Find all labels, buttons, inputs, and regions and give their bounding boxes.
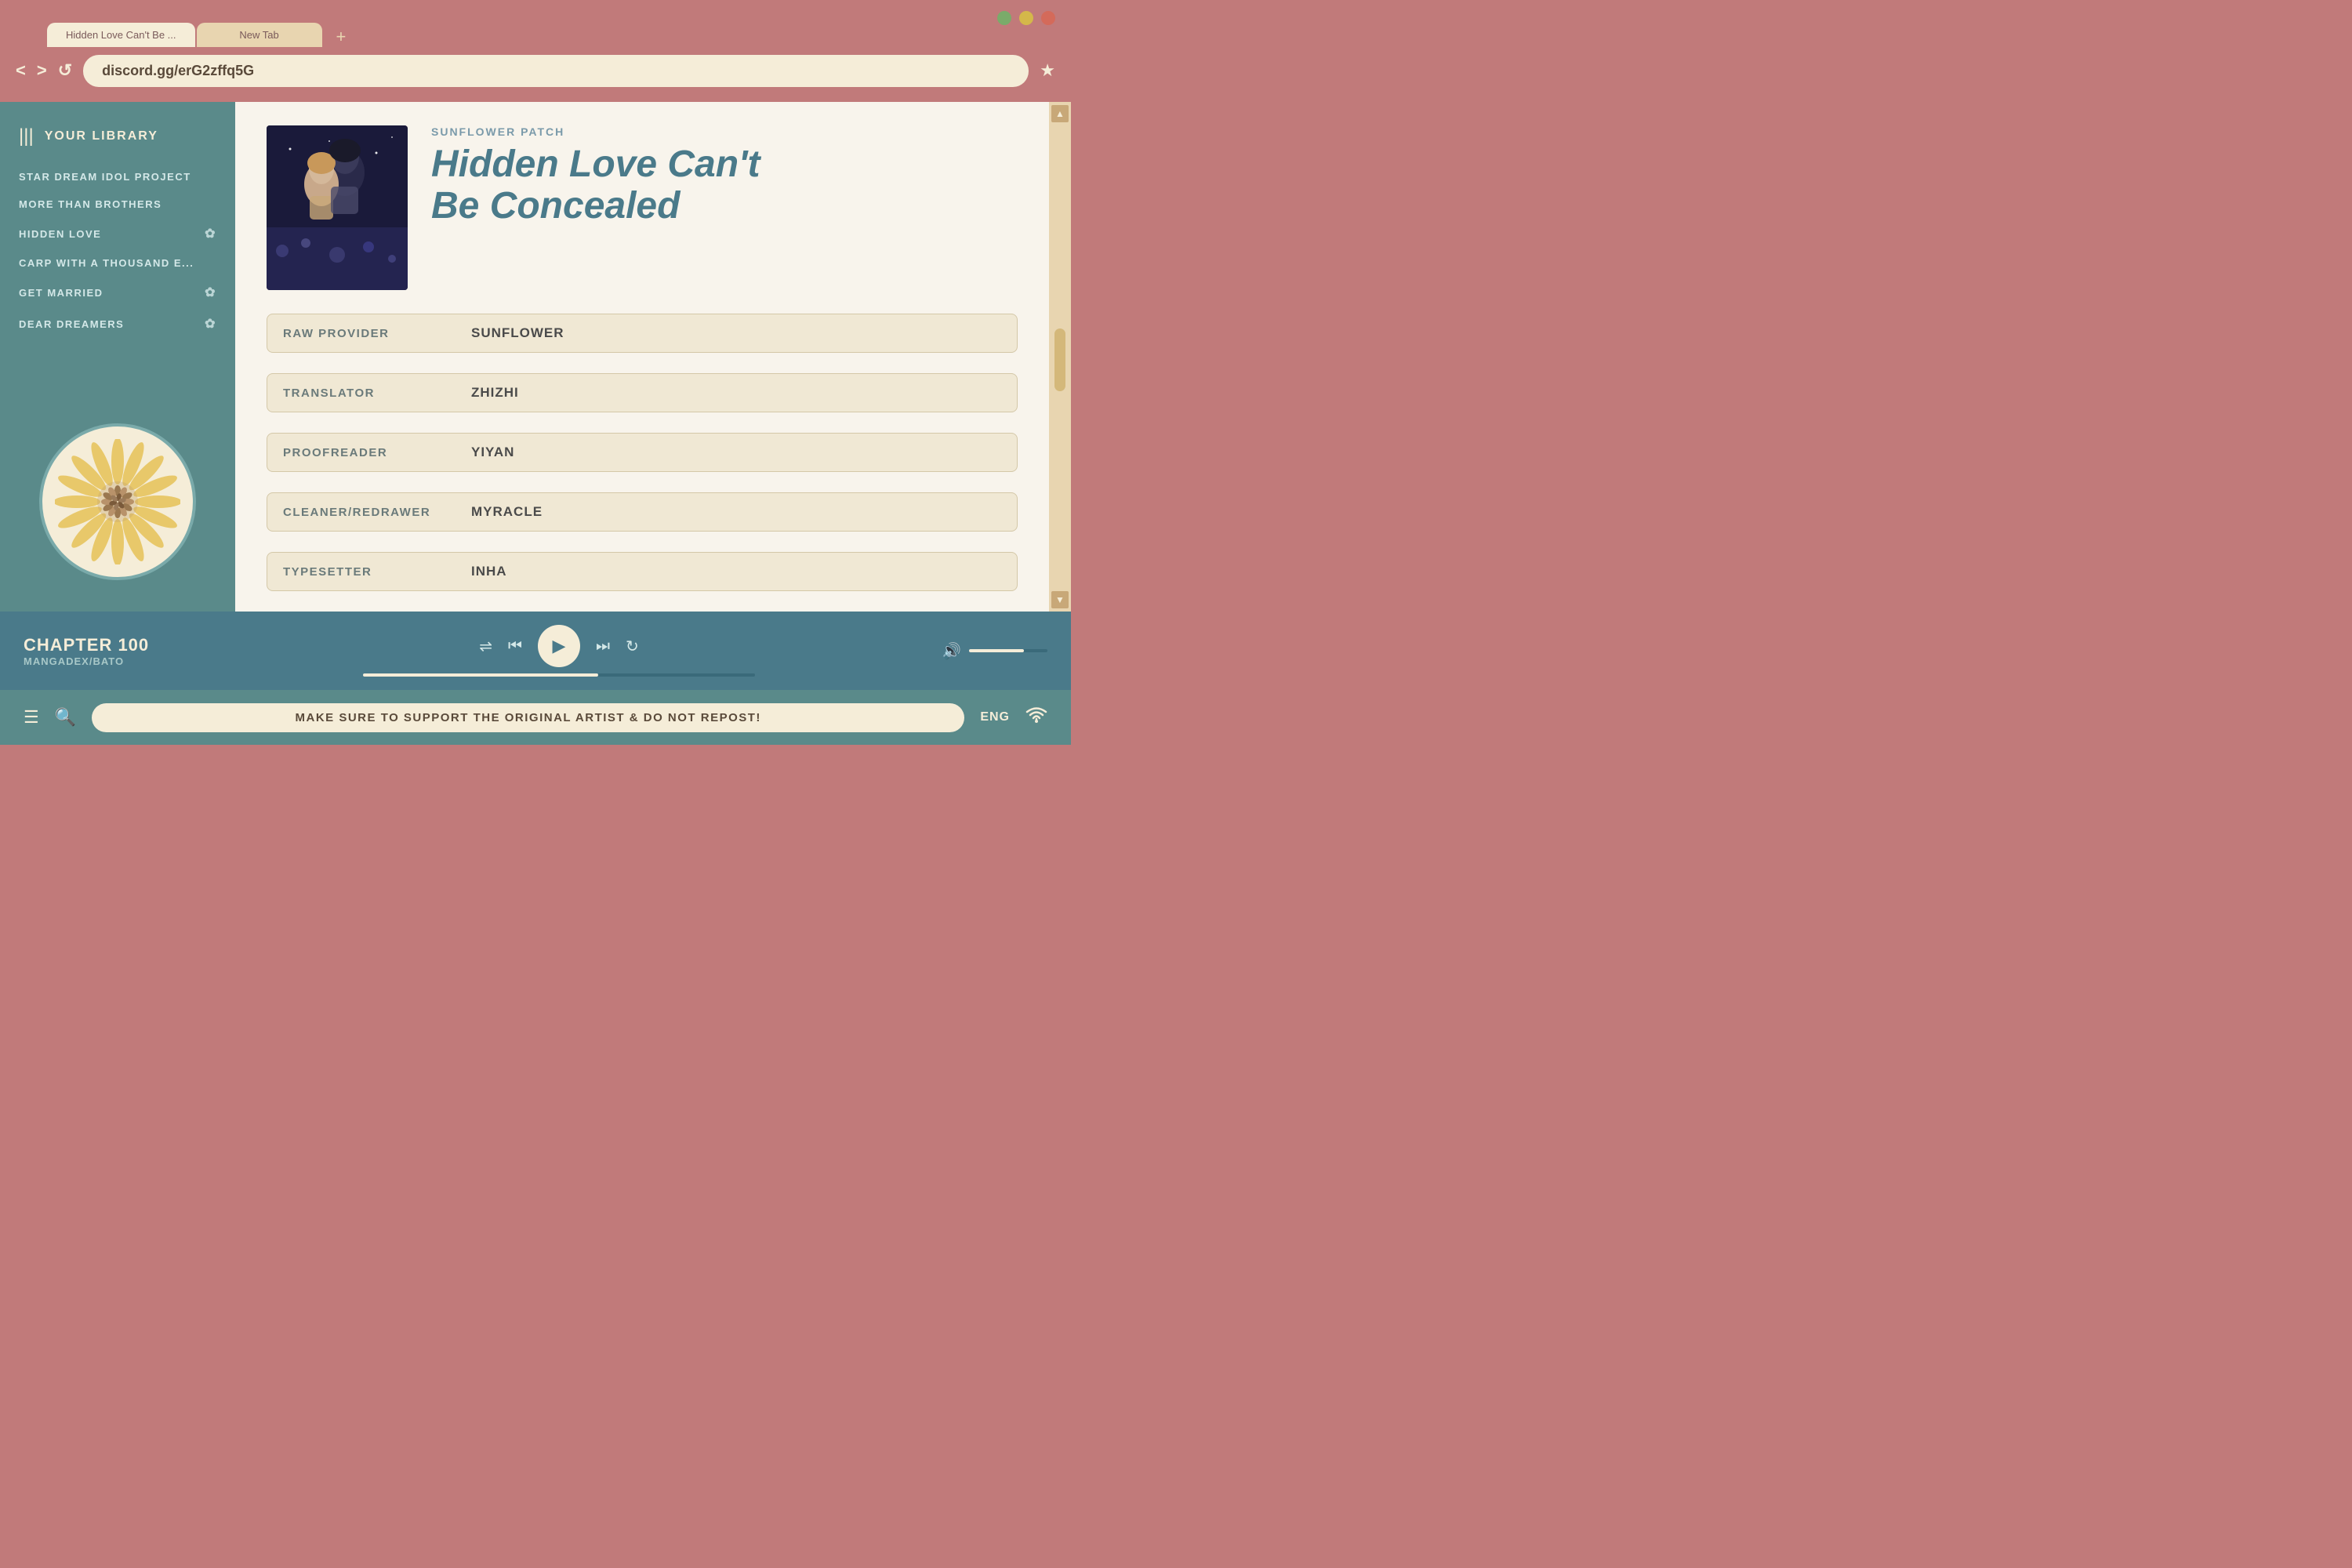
scroll-thumb[interactable] bbox=[1054, 328, 1065, 391]
credit-row-raw: RAW PROVIDER SUNFLOWER bbox=[267, 314, 1018, 353]
flower-icon: ✿ bbox=[205, 316, 216, 332]
library-icon: ||| bbox=[19, 125, 34, 147]
progress-bar[interactable] bbox=[363, 673, 755, 677]
add-tab-button[interactable]: + bbox=[327, 27, 356, 47]
scroll-down-arrow[interactable]: ▼ bbox=[1051, 591, 1069, 608]
credit-label-proofreader: PROOFREADER bbox=[283, 446, 471, 459]
tab-bar: Hidden Love Can't Be ... New Tab + bbox=[0, 0, 1071, 47]
player-bar: CHAPTER 100 MANGADEX/BATO ⇌ ⏮ ▶ ⏭ ↻ 🔊 bbox=[0, 612, 1071, 690]
credit-label-raw: RAW PROVIDER bbox=[283, 327, 471, 340]
progress-fill bbox=[363, 673, 598, 677]
manga-title: Hidden Love Can't Be Concealed bbox=[431, 144, 1018, 227]
volume-control: 🔊 bbox=[922, 641, 1047, 661]
player-controls: ⇌ ⏮ ▶ ⏭ ↻ bbox=[212, 625, 906, 677]
minimize-button[interactable] bbox=[1019, 11, 1033, 25]
volume-icon: 🔊 bbox=[942, 641, 961, 661]
volume-bar[interactable] bbox=[969, 649, 1047, 652]
sidebar-item-hidden-love[interactable]: HIDDEN LOVE ✿ bbox=[19, 218, 216, 249]
sidebar-item-label: HIDDEN LOVE bbox=[19, 228, 101, 240]
address-input[interactable] bbox=[83, 55, 1029, 87]
repeat-button[interactable]: ↻ bbox=[626, 637, 639, 656]
volume-fill bbox=[969, 649, 1024, 652]
manga-title-line2: Be Concealed bbox=[431, 185, 680, 227]
credit-value-raw: SUNFLOWER bbox=[471, 325, 564, 341]
sidebar-item-get-married[interactable]: GET MARRIED ✿ bbox=[19, 277, 216, 308]
content-area: SUNFLOWER PATCH Hidden Love Can't Be Con… bbox=[235, 102, 1049, 612]
credits-list: RAW PROVIDER SUNFLOWER TRANSLATOR ZHIZHI… bbox=[267, 314, 1018, 612]
flower-icon: ✿ bbox=[205, 226, 216, 241]
search-icon[interactable]: 🔍 bbox=[55, 707, 76, 728]
forward-button[interactable]: > bbox=[37, 62, 47, 79]
sidebar-item-label: DEAR DREAMERS bbox=[19, 318, 124, 330]
manga-header: SUNFLOWER PATCH Hidden Love Can't Be Con… bbox=[267, 125, 1018, 290]
sidebar-item-label: GET MARRIED bbox=[19, 287, 103, 299]
manga-info: SUNFLOWER PATCH Hidden Love Can't Be Con… bbox=[431, 125, 1018, 290]
active-tab-label: Hidden Love Can't Be ... bbox=[66, 29, 176, 41]
credit-row-proofreader: PROOFREADER YIYAN bbox=[267, 433, 1018, 472]
player-info: CHAPTER 100 MANGADEX/BATO bbox=[24, 635, 196, 667]
bottom-bar: ☰ 🔍 MAKE SURE TO SUPPORT THE ORIGINAL AR… bbox=[0, 690, 1071, 745]
wifi-icon bbox=[1025, 706, 1047, 728]
player-source: MANGADEX/BATO bbox=[24, 655, 196, 667]
scroll-up-arrow[interactable]: ▲ bbox=[1051, 105, 1069, 122]
sidebar-nav: STAR DREAM IDOL PROJECT MORE THAN BROTHE… bbox=[0, 163, 235, 339]
credit-value-cleaner: MYRACLE bbox=[471, 504, 543, 520]
close-button[interactable] bbox=[1041, 11, 1055, 25]
notice-banner: MAKE SURE TO SUPPORT THE ORIGINAL ARTIST… bbox=[92, 703, 964, 732]
sidebar-item-label: CARP WITH A THOUSAND E... bbox=[19, 257, 194, 269]
reload-button[interactable]: ↺ bbox=[58, 62, 72, 79]
sunflower-circle bbox=[39, 423, 196, 580]
library-header: ||| YOUR LIBRARY bbox=[0, 118, 235, 163]
sidebar-item-label: STAR DREAM IDOL PROJECT bbox=[19, 171, 191, 183]
sidebar-item-more-than-brothers[interactable]: MORE THAN BROTHERS bbox=[19, 191, 216, 218]
new-tab-label: New Tab bbox=[239, 29, 278, 41]
address-bar-row: < > ↺ ★ bbox=[0, 47, 1071, 94]
next-button[interactable]: ⏭ bbox=[596, 637, 610, 655]
player-buttons: ⇌ ⏮ ▶ ⏭ ↻ bbox=[479, 625, 639, 667]
active-tab[interactable]: Hidden Love Can't Be ... bbox=[47, 23, 195, 47]
new-tab[interactable]: New Tab bbox=[197, 23, 322, 47]
browser-chrome: Hidden Love Can't Be ... New Tab + < > ↺… bbox=[0, 0, 1071, 102]
credit-label-cleaner: CLEANER/REDRAWER bbox=[283, 506, 471, 519]
credit-row-cleaner: CLEANER/REDRAWER MYRACLE bbox=[267, 492, 1018, 532]
sunflower-image bbox=[55, 439, 180, 564]
sidebar-item-label: MORE THAN BROTHERS bbox=[19, 198, 162, 210]
credit-row-translator: TRANSLATOR ZHIZHI bbox=[267, 373, 1018, 412]
maximize-button[interactable] bbox=[997, 11, 1011, 25]
credit-value-proofreader: YIYAN bbox=[471, 445, 514, 460]
shuffle-button[interactable]: ⇌ bbox=[479, 637, 492, 656]
prev-button[interactable]: ⏮ bbox=[508, 637, 522, 655]
credit-label-typesetter: TYPESETTER bbox=[283, 565, 471, 579]
player-chapter: CHAPTER 100 bbox=[24, 635, 196, 655]
credit-label-translator: TRANSLATOR bbox=[283, 387, 471, 400]
sidebar-item-dear-dreamers[interactable]: DEAR DREAMERS ✿ bbox=[19, 308, 216, 339]
cover-art bbox=[267, 125, 408, 290]
language-selector[interactable]: ENG bbox=[980, 710, 1010, 724]
sidebar-item-star-dream[interactable]: STAR DREAM IDOL PROJECT bbox=[19, 163, 216, 191]
flower-icon: ✿ bbox=[205, 285, 216, 300]
back-button[interactable]: < bbox=[16, 62, 26, 79]
credit-row-typesetter: TYPESETTER INHA bbox=[267, 552, 1018, 591]
manga-cover bbox=[267, 125, 408, 290]
window-controls bbox=[997, 11, 1055, 25]
sidebar-logo bbox=[0, 423, 235, 580]
main-layout: ||| YOUR LIBRARY STAR DREAM IDOL PROJECT… bbox=[0, 102, 1071, 612]
publisher-label: SUNFLOWER PATCH bbox=[431, 125, 1018, 138]
manga-title-line1: Hidden Love Can't bbox=[431, 143, 760, 185]
menu-icon[interactable]: ☰ bbox=[24, 707, 39, 728]
library-title: YOUR LIBRARY bbox=[45, 129, 158, 143]
credit-value-typesetter: INHA bbox=[471, 564, 507, 579]
scroll-track: ▲ ▼ bbox=[1049, 102, 1071, 612]
bookmark-button[interactable]: ★ bbox=[1040, 60, 1055, 81]
sidebar: ||| YOUR LIBRARY STAR DREAM IDOL PROJECT… bbox=[0, 102, 235, 612]
play-button[interactable]: ▶ bbox=[538, 625, 580, 667]
sidebar-item-carp[interactable]: CARP WITH A THOUSAND E... bbox=[19, 249, 216, 277]
credit-value-translator: ZHIZHI bbox=[471, 385, 519, 401]
